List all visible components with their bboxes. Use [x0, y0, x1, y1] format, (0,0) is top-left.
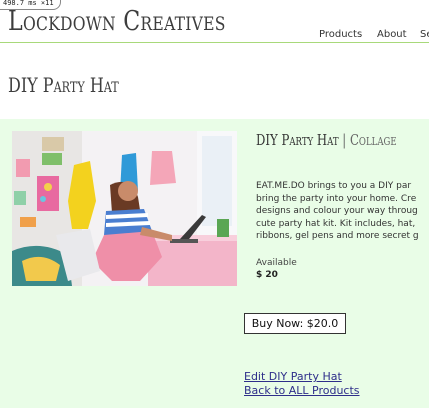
description-line: bring the party into your home. Cre: [256, 193, 417, 204]
buy-now-button[interactable]: Buy Now: $20.0: [244, 313, 346, 334]
description-line: ribbons, gel pens and more secret g: [256, 231, 419, 242]
description-line: EAT.ME.DO brings to you a DIY par: [256, 181, 412, 191]
product-price: $ 20: [256, 270, 278, 280]
performance-badge: 498.7 ms ×11: [0, 0, 61, 10]
nav-item-about[interactable]: About: [377, 29, 407, 40]
site-title[interactable]: Lockdown Creatives: [8, 6, 226, 37]
product-category: Collage: [349, 131, 397, 149]
back-to-products-link[interactable]: Back to ALL Products: [244, 384, 360, 397]
edit-product-link[interactable]: Edit DIY Party Hat: [244, 370, 342, 383]
availability-label: Available: [256, 258, 297, 268]
heading-separator: |: [338, 131, 350, 149]
page-title: DIY Party Hat: [8, 73, 119, 97]
product-description: EAT.ME.DO brings to you a DIY par bring …: [256, 180, 429, 243]
product-name: DIY Party Hat: [256, 131, 339, 149]
site-header: Lockdown Creatives Products About Se: [0, 0, 429, 43]
nav-item-products[interactable]: Products: [319, 29, 362, 40]
product-heading: DIY Party Hat | Collage: [256, 131, 397, 149]
description-line: designs and colour your way throug: [256, 206, 418, 217]
nav-item-search[interactable]: Se: [420, 29, 429, 40]
product-photo: [12, 131, 237, 286]
description-line: cute party hat kit. Kit includes, hat,: [256, 218, 416, 229]
